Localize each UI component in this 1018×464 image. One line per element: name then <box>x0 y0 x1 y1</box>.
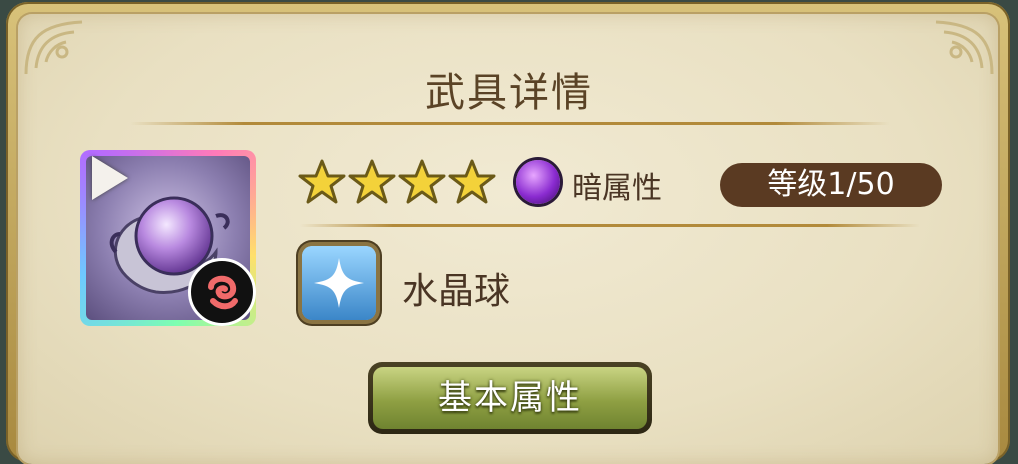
star-icon <box>298 159 346 204</box>
element-label: 暗属性 <box>572 171 662 206</box>
play-icon[interactable] <box>92 156 128 200</box>
basic-attributes-button[interactable]: 基本属性 <box>368 362 652 434</box>
sparkle-star-icon <box>302 246 376 320</box>
dark-orb-icon <box>516 160 560 204</box>
star-icon <box>348 159 396 204</box>
info-divider <box>300 224 920 227</box>
level-badge: 等级1/50 <box>720 163 942 207</box>
red-swirl-badge-icon <box>188 258 256 326</box>
basic-attributes-label: 基本属性 <box>373 367 647 429</box>
weapon-detail-panel: 武具详情 暗属性 等级1/50 水晶球 基本属性 <box>0 0 1018 464</box>
page-title: 武具详情 <box>425 70 593 116</box>
star-icon <box>398 159 446 204</box>
weapon-name: 水晶球 <box>402 271 511 312</box>
star-icon <box>448 159 496 204</box>
title-divider <box>130 122 890 125</box>
